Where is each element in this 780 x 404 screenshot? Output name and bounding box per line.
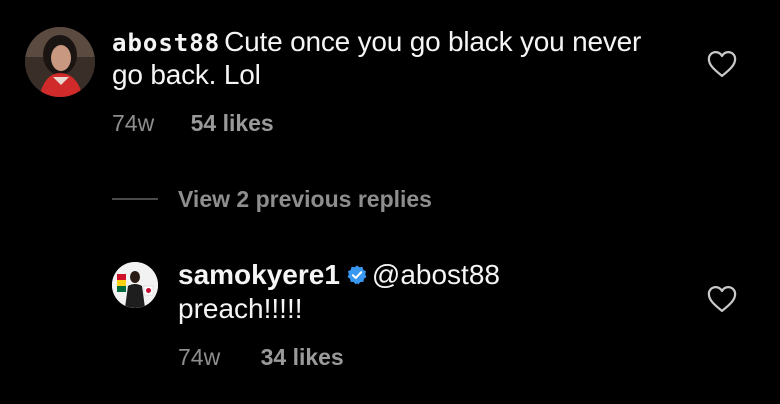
avatar[interactable] [25, 27, 95, 97]
reply-avatar[interactable] [112, 262, 158, 308]
reply-body: preach!!!!! [178, 293, 303, 324]
comment-text: abost88 Cute once you go black you never … [112, 26, 672, 91]
reply-likes-count[interactable]: 34 likes [261, 344, 344, 370]
reply-meta: 74w 34 likes [178, 344, 344, 371]
reply-mention[interactable]: @abost88 [372, 259, 500, 290]
reply-text: samokyere1 @abost88 preach!!!!! [178, 258, 658, 326]
comment-username[interactable]: abost88 [112, 29, 220, 57]
replies-divider-line [112, 198, 158, 200]
view-previous-replies-button[interactable]: View 2 previous replies [112, 184, 432, 214]
heart-outline-icon[interactable] [707, 50, 737, 78]
comment: abost88 Cute once you go black you never … [0, 0, 780, 160]
reply-timestamp: 74w [178, 344, 221, 370]
comment-timestamp: 74w [112, 110, 155, 136]
view-replies-label: View 2 previous replies [178, 185, 432, 212]
heart-outline-icon[interactable] [707, 285, 737, 313]
comment-meta: 74w 54 likes [112, 110, 274, 137]
verified-badge-icon [346, 260, 368, 285]
reply-username[interactable]: samokyere1 [178, 259, 340, 290]
comment-likes-count[interactable]: 54 likes [191, 110, 274, 136]
